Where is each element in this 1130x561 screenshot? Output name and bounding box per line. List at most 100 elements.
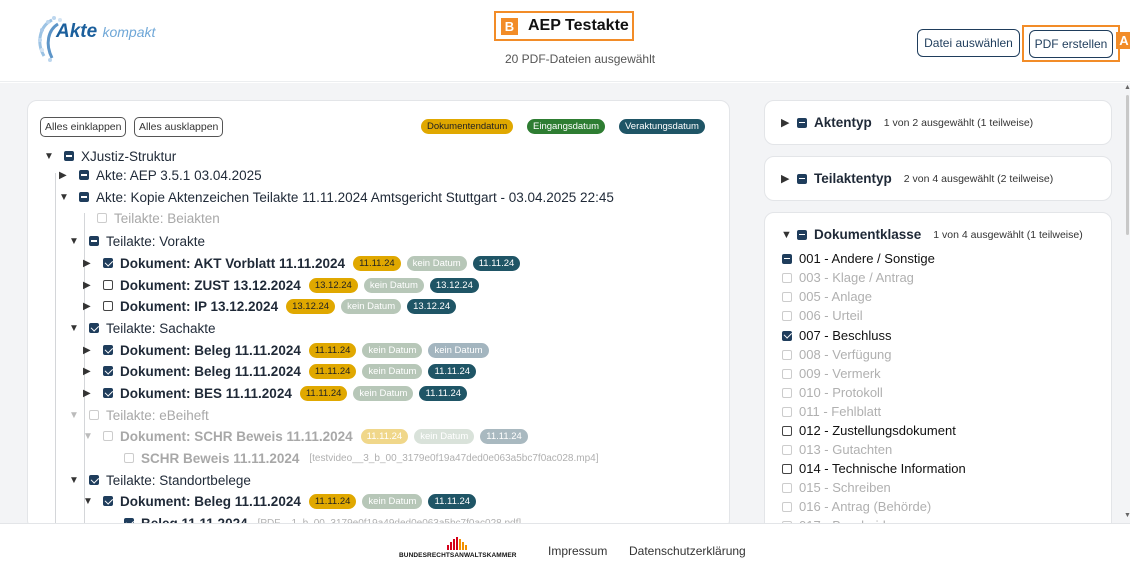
dk-checkbox[interactable] — [782, 291, 792, 302]
node-checkbox[interactable] — [103, 301, 113, 311]
dk-item[interactable]: 015 - Schreiben — [782, 478, 899, 497]
expanded-arrow-icon[interactable]: ▼ — [83, 496, 95, 507]
dk-checkbox[interactable] — [782, 349, 792, 360]
footer: BUNDESRECHTSANWALTSKAMMER Impressum Date… — [0, 523, 1130, 561]
expanded-arrow-icon[interactable]: ▼ — [69, 475, 81, 486]
tree-node-dokument[interactable]: ▶ Dokument: IP 13.12.2024 13.12.24 kein … — [83, 296, 462, 316]
dk-checkbox[interactable] — [782, 501, 792, 512]
dk-item[interactable]: 006 - Urteil — [782, 306, 871, 325]
date-pill-veraktung: 13.12.24 — [429, 277, 479, 293]
dk-item[interactable]: 007 - Beschluss — [782, 326, 900, 345]
expanded-arrow-icon[interactable]: ▼ — [83, 431, 95, 442]
node-checkbox[interactable] — [89, 475, 99, 485]
tree-node-dokument[interactable]: ▼ Dokument: Beleg 11.11.2024 11.11.24 ke… — [83, 491, 482, 511]
dk-checkbox[interactable] — [782, 406, 792, 417]
impressum-link[interactable]: Impressum — [548, 544, 607, 558]
dk-checkbox[interactable] — [782, 387, 792, 398]
collapsed-arrow-icon[interactable]: ▶ — [83, 366, 95, 377]
dk-checkbox[interactable] — [782, 482, 792, 493]
collapsed-arrow-icon[interactable]: ▶ — [59, 170, 71, 181]
node-checkbox[interactable] — [103, 345, 113, 355]
node-checkbox[interactable] — [103, 388, 113, 398]
filter-aktentyp[interactable]: ▶ Aktentyp 1 von 2 ausgewählt (1 teilwei… — [764, 100, 1112, 145]
dk-item[interactable]: 012 - Zustellungsdokument — [782, 421, 964, 440]
dk-item[interactable]: 013 - Gutachten — [782, 440, 900, 459]
expanded-arrow-icon[interactable]: ▼ — [69, 236, 81, 247]
filter-header[interactable]: ▼ Dokumentklasse 1 von 4 ausgewählt (1 t… — [781, 227, 1083, 242]
dk-item[interactable]: 003 - Klage / Antrag — [782, 268, 922, 287]
tree-node-dokument[interactable]: ▶ Dokument: Beleg 11.11.2024 11.11.24 ke… — [83, 361, 482, 381]
tree-node-akte[interactable]: ▶ Akte: AEP 3.5.1 03.04.2025 — [59, 165, 270, 185]
filter-header[interactable]: ▶ Aktentyp 1 von 2 ausgewählt (1 teilwei… — [781, 115, 1033, 130]
node-checkbox[interactable] — [103, 280, 113, 290]
dk-item[interactable]: 010 - Protokoll — [782, 383, 891, 402]
expanded-arrow-icon[interactable]: ▼ — [69, 323, 81, 334]
dk-item[interactable]: 011 - Fehlblatt — [782, 402, 889, 421]
tree-node-dokument[interactable]: ▶ Dokument: AKT Vorblatt 11.11.2024 11.1… — [83, 253, 526, 273]
tree-node-teilakte[interactable]: ▼ Teilakte: eBeiheft — [69, 405, 217, 425]
tree-node-dokument[interactable]: ▶ Dokument: Beleg 11.11.2024 11.11.24 ke… — [83, 340, 495, 360]
filter-checkbox[interactable] — [797, 117, 807, 128]
select-file-button[interactable]: Datei auswählen — [917, 29, 1020, 57]
dk-checkbox[interactable] — [782, 425, 792, 436]
collapse-all-button[interactable]: Alles einklappen — [40, 117, 127, 137]
node-checkbox[interactable] — [97, 213, 107, 223]
collapsed-arrow-icon[interactable]: ▶ — [83, 345, 95, 356]
collapsed-arrow-icon[interactable]: ▶ — [83, 301, 95, 312]
collapsed-arrow-icon[interactable]: ▶ — [781, 116, 797, 129]
node-checkbox[interactable] — [103, 496, 113, 506]
filter-teilaktentyp[interactable]: ▶ Teilaktentyp 2 von 4 ausgewählt (2 tei… — [764, 156, 1112, 201]
create-pdf-button[interactable]: PDF erstellen — [1029, 30, 1113, 58]
node-checkbox[interactable] — [103, 366, 113, 376]
dk-item[interactable]: 005 - Anlage — [782, 287, 880, 306]
node-checkbox[interactable] — [89, 236, 99, 246]
dk-item[interactable]: 009 - Vermerk — [782, 364, 889, 383]
collapsed-arrow-icon[interactable]: ▶ — [781, 172, 797, 185]
node-checkbox[interactable] — [89, 410, 99, 420]
tree-node-file[interactable]: SCHR Beweis 11.11.2024 [testvideo__3_b_0… — [124, 448, 599, 468]
brak-logo[interactable]: BUNDESRECHTSANWALTSKAMMER — [399, 535, 524, 559]
dk-checkbox[interactable] — [782, 330, 792, 341]
dk-item[interactable]: 016 - Antrag (Behörde) — [782, 497, 939, 516]
node-checkbox[interactable] — [103, 431, 113, 441]
tree-node-teilakte[interactable]: ▼ Teilakte: Standortbelege — [69, 470, 259, 490]
dk-checkbox[interactable] — [782, 463, 792, 474]
filter-checkbox[interactable] — [797, 173, 807, 184]
expanded-arrow-icon[interactable]: ▼ — [781, 229, 797, 241]
node-checkbox[interactable] — [103, 258, 113, 268]
expanded-arrow-icon[interactable]: ▼ — [44, 151, 56, 162]
tree-node-dokument[interactable]: ▶ Dokument: BES 11.11.2024 11.11.24 kein… — [83, 383, 473, 403]
node-checkbox[interactable] — [124, 453, 134, 463]
filter-header[interactable]: ▶ Teilaktentyp 2 von 4 ausgewählt (2 tei… — [781, 171, 1053, 186]
tree-node-akte[interactable]: ▼ Akte: Kopie Aktenzeichen Teilakte 11.1… — [59, 187, 622, 207]
dk-item[interactable]: 001 - Andere / Sonstige — [782, 249, 943, 268]
tree-node-dokument[interactable]: ▶ Dokument: ZUST 13.12.2024 13.12.24 kei… — [83, 275, 485, 295]
tree-node-teilakte[interactable]: ▼ Teilakte: Vorakte — [69, 231, 213, 251]
tree-node-dokument[interactable]: ▼ Dokument: SCHR Beweis 11.11.2024 11.11… — [83, 426, 534, 446]
scrollbar-thumb[interactable] — [1126, 95, 1129, 235]
scroll-up-icon[interactable]: ▲ — [1124, 84, 1130, 91]
expanded-arrow-icon[interactable]: ▼ — [69, 410, 81, 421]
tree-node-teilakte[interactable]: ▼ Teilakte: Sachakte — [69, 318, 224, 338]
node-checkbox[interactable] — [79, 192, 89, 202]
privacy-link[interactable]: Datenschutzerklärung — [629, 544, 746, 558]
node-checkbox[interactable] — [89, 323, 99, 333]
dk-checkbox[interactable] — [782, 444, 792, 455]
dk-checkbox[interactable] — [782, 272, 792, 283]
tree-node-xjustiz[interactable]: ▼ XJustiz-Struktur — [44, 146, 184, 166]
node-checkbox[interactable] — [79, 170, 89, 180]
collapsed-arrow-icon[interactable]: ▶ — [83, 280, 95, 291]
collapsed-arrow-icon[interactable]: ▶ — [83, 388, 95, 399]
filter-checkbox[interactable] — [797, 229, 807, 240]
dk-checkbox[interactable] — [782, 253, 792, 264]
scroll-down-icon[interactable]: ▼ — [1124, 512, 1130, 519]
dk-checkbox[interactable] — [782, 310, 792, 321]
dk-checkbox[interactable] — [782, 368, 792, 379]
node-checkbox[interactable] — [64, 151, 74, 161]
tree-node-teilakte[interactable]: Teilakte: Beiakten — [85, 208, 228, 228]
collapsed-arrow-icon[interactable]: ▶ — [83, 258, 95, 269]
expand-all-button[interactable]: Alles ausklappen — [134, 117, 224, 137]
dk-item[interactable]: 014 - Technische Information — [782, 459, 974, 478]
expanded-arrow-icon[interactable]: ▼ — [59, 192, 71, 203]
dk-item[interactable]: 008 - Verfügung — [782, 345, 900, 364]
